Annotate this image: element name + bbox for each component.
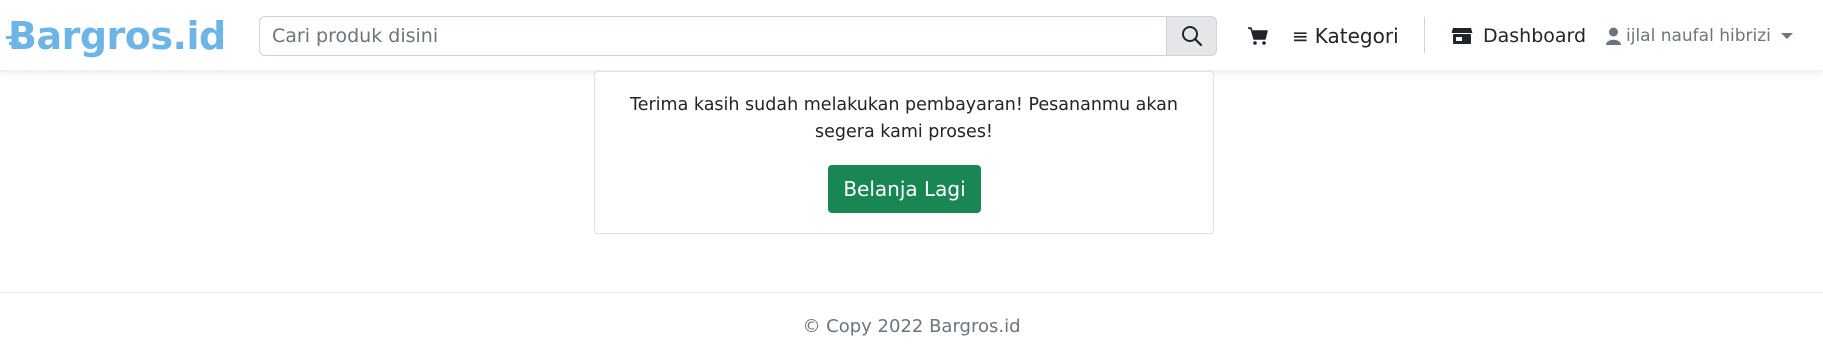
top-navbar: Bargros.id ≡ Kategori Dashboard	[0, 0, 1823, 71]
logo-cart-mark-icon	[6, 36, 21, 45]
search-button[interactable]	[1166, 16, 1217, 56]
search-input[interactable]	[259, 16, 1166, 56]
cart-icon	[1248, 27, 1268, 45]
chevron-down-icon	[1780, 33, 1793, 39]
store-icon	[1451, 28, 1473, 44]
nav-divider	[1424, 17, 1425, 53]
kategori-label: Kategori	[1314, 24, 1399, 48]
shop-again-button[interactable]: Belanja Lagi	[828, 165, 981, 213]
payment-success-card: Terima kasih sudah melakukan pembayaran!…	[594, 71, 1214, 234]
search-bar	[259, 16, 1217, 56]
brand-name: Bargros.id	[8, 14, 226, 58]
dashboard-label: Dashboard	[1483, 25, 1587, 47]
search-icon	[1181, 26, 1202, 47]
copyright-text: © Copy 2022 Bargros.id	[802, 316, 1021, 337]
user-name: ijlal naufal hibrizi	[1626, 26, 1771, 46]
kategori-menu[interactable]: ≡ Kategori	[1292, 20, 1399, 52]
dashboard-link[interactable]: Dashboard	[1451, 20, 1586, 52]
success-message: Terima kasih sudah melakukan pembayaran!…	[630, 95, 1178, 142]
brand-logo[interactable]: Bargros.id	[6, 10, 226, 62]
user-menu[interactable]: ijlal naufal hibrizi	[1606, 20, 1793, 52]
user-icon	[1606, 27, 1621, 45]
menu-bars-icon: ≡	[1292, 24, 1309, 48]
footer: © Copy 2022 Bargros.id	[0, 292, 1823, 345]
cart-button[interactable]	[1247, 20, 1269, 52]
